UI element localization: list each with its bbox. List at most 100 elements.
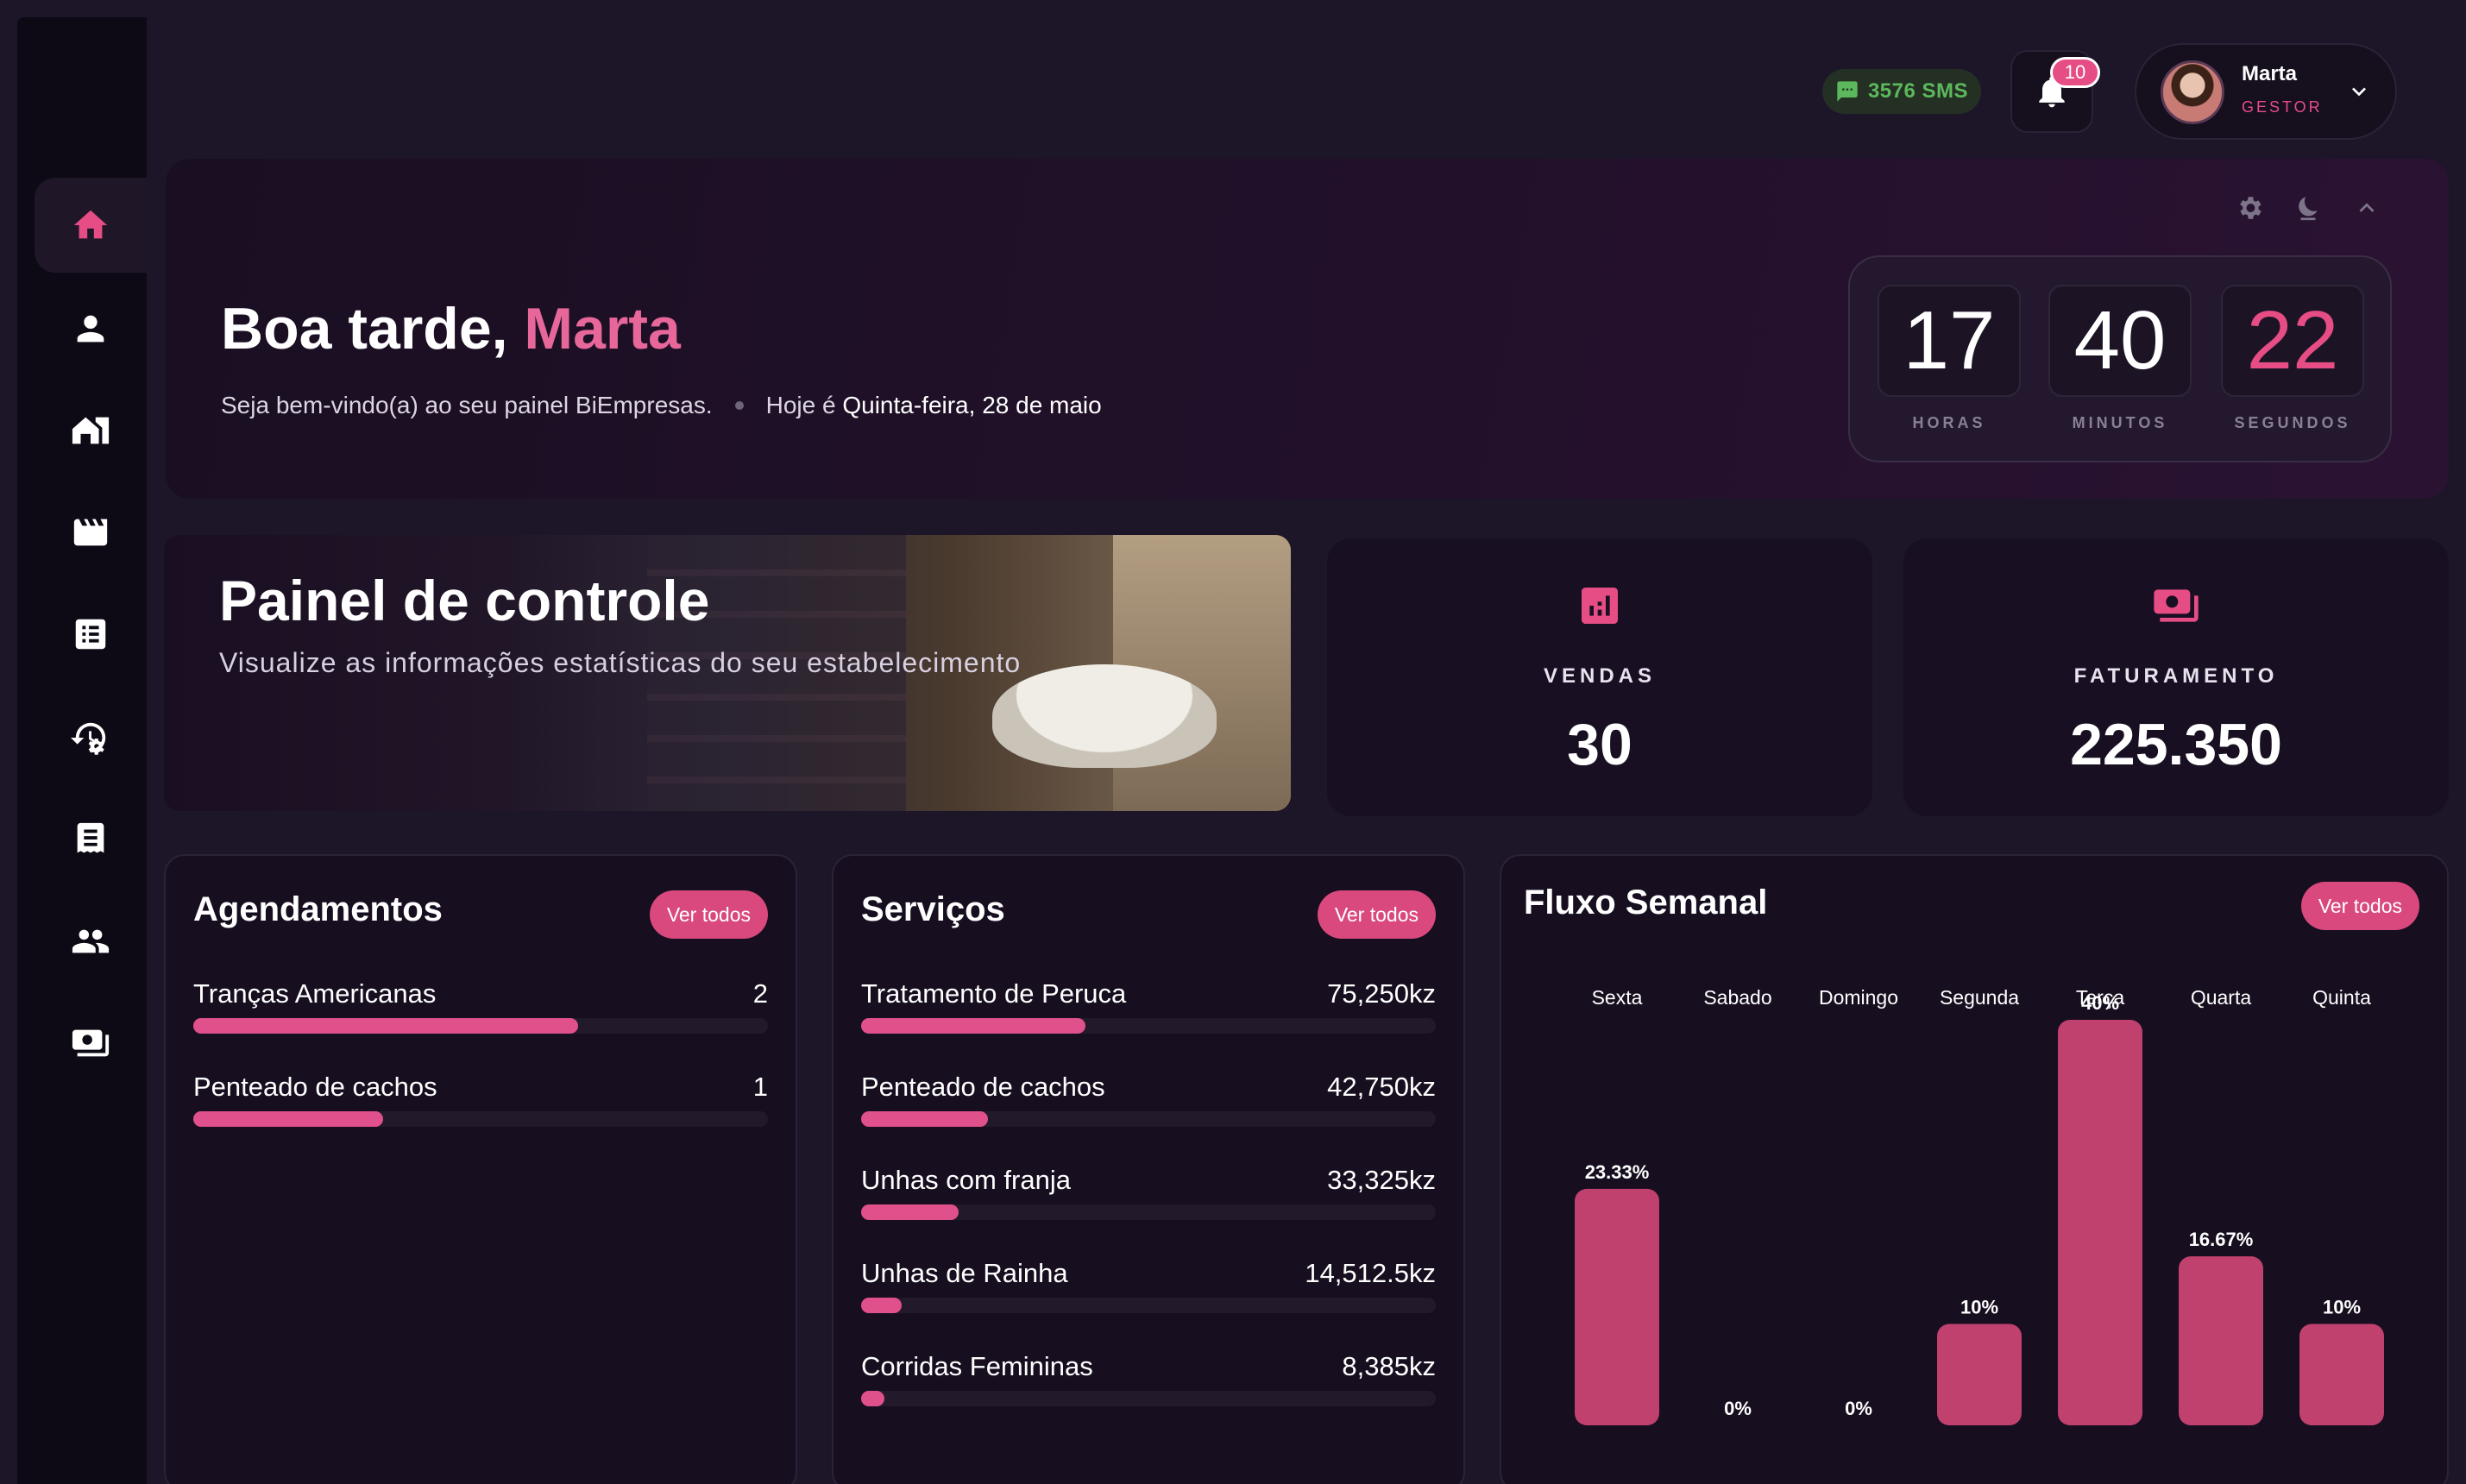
x-tick-label: Domingo	[1819, 986, 1898, 1009]
greeting-subtitle: Seja bem-vindo(a) ao seu painel BiEmpres…	[221, 392, 1102, 419]
moon-icon[interactable]	[2293, 193, 2323, 223]
data-label: 10%	[2323, 1297, 2361, 1318]
chart-bar[interactable]	[2058, 1020, 2142, 1425]
cash-icon	[72, 1029, 110, 1057]
sidebar-item-list[interactable]	[35, 587, 147, 682]
service-value: 75,250kz	[1327, 978, 1436, 1009]
appointments-view-all-button[interactable]: Ver todos	[649, 890, 768, 939]
data-label: 0%	[1845, 1398, 1872, 1419]
service-name: Unhas de Rainha	[861, 1258, 1068, 1288]
progress-fill	[861, 1018, 1085, 1034]
x-tick-label: Sabado	[1703, 986, 1771, 1009]
progress-fill	[861, 1298, 902, 1313]
revenue-value: 225.350	[2070, 712, 2282, 777]
data-label: 0%	[1724, 1398, 1752, 1419]
welcome-text: Seja bem-vindo(a) ao seu painel BiEmpres…	[221, 392, 713, 418]
separator-dot	[734, 401, 744, 410]
chart-bar[interactable]	[2299, 1324, 2384, 1426]
sidebar-item-finance[interactable]	[35, 996, 147, 1091]
service-value: 8,385kz	[1342, 1351, 1436, 1381]
clock-minutes-label: MINUTOS	[2072, 414, 2168, 431]
progress-fill	[861, 1111, 988, 1127]
sidebar-item-clients[interactable]	[35, 281, 147, 376]
bar-chart-icon	[1576, 582, 1624, 634]
service-value: 42,750kz	[1327, 1072, 1436, 1102]
hero-subtitle: Visualize as informações estatísticas do…	[219, 647, 1022, 678]
sidebar-item-home[interactable]	[35, 178, 147, 273]
service-value: 14,512.5kz	[1305, 1258, 1436, 1288]
progress-track	[861, 1391, 1436, 1406]
chevron-down-icon[interactable]	[2345, 78, 2373, 105]
weekly-flow-chart: Sexta23.33%Sabado0%Domingo0%Segunda10%Te…	[1575, 986, 2384, 1426]
clock-widget: 17 HORAS 40 MINUTOS 22 SEGUNDOS	[1848, 255, 2392, 462]
appointments-panel: Agendamentos Ver todos Tranças Americana…	[164, 854, 797, 1484]
chart-bar[interactable]	[1575, 1188, 1659, 1425]
greeting-name: Marta	[524, 296, 681, 362]
clock-hours-label: HORAS	[1912, 414, 1986, 431]
sidebar-item-history[interactable]	[35, 690, 147, 785]
clock-minutes: 40 MINUTOS	[2048, 285, 2192, 432]
x-tick-label: Segunda	[1940, 986, 2019, 1009]
chat-icon	[1837, 81, 1858, 102]
history-settings-icon	[71, 722, 106, 755]
chevron-up-icon[interactable]	[2352, 193, 2381, 223]
clock-seconds-label: SEGUNDOS	[2234, 414, 2351, 431]
services-view-all-button[interactable]: Ver todos	[1317, 890, 1436, 939]
user-name: Marta	[2242, 62, 2298, 85]
sidebar	[17, 17, 147, 1484]
progress-track	[861, 1204, 1436, 1220]
appointment-name: Tranças Americanas	[193, 978, 437, 1009]
avatar	[2161, 60, 2224, 124]
x-tick-label: Quinta	[2312, 986, 2371, 1009]
card-tools	[2235, 193, 2381, 223]
services-panel: Serviços Ver todos Tratamento de Peruca …	[832, 854, 1465, 1484]
hero-banner: Painel de controle Visualize as informaç…	[164, 535, 1291, 811]
progress-fill	[193, 1111, 383, 1127]
today-prefix: Hoje é	[765, 392, 843, 418]
list-icon	[75, 619, 106, 650]
person-icon	[77, 315, 104, 343]
clock-minutes-value: 40	[2048, 285, 2192, 397]
service-name: Penteado de cachos	[861, 1072, 1105, 1102]
weekly-flow-panel: Fluxo Semanal Ver todos Sexta 23.33% Sabad…	[1500, 854, 2449, 1484]
chart-bar[interactable]	[1937, 1324, 2022, 1426]
progress-track	[193, 1111, 768, 1127]
x-tick-label: Sexta	[1592, 986, 1643, 1009]
revenue-card: FATURAMENTO 225.350	[1903, 538, 2449, 816]
clock-seconds: 22 SEGUNDOS	[2221, 285, 2364, 432]
sms-credits-badge[interactable]: 3576 SMS	[1822, 69, 1981, 114]
salon-sink-image	[992, 664, 1217, 768]
data-label: 40%	[2081, 992, 2119, 1014]
progress-track	[193, 1018, 768, 1034]
clapperboard-icon	[73, 519, 108, 546]
clock-seconds-value: 22	[2221, 285, 2364, 397]
service-value: 33,325kz	[1327, 1165, 1436, 1195]
gear-icon[interactable]	[2235, 193, 2264, 223]
data-label: 23.33%	[1585, 1161, 1650, 1183]
progress-track	[861, 1111, 1436, 1127]
x-tick-label: Quarta	[2191, 986, 2252, 1009]
data-label: 10%	[1960, 1297, 1998, 1318]
sidebar-item-services[interactable]	[35, 485, 147, 580]
greeting-title: Boa tarde, Marta	[221, 295, 681, 362]
sidebar-item-team[interactable]	[35, 894, 147, 989]
data-label: 16.67%	[2189, 1229, 2254, 1250]
progress-fill	[861, 1204, 959, 1220]
group-icon	[72, 929, 110, 953]
sms-count-label: 3576 SMS	[1867, 79, 1969, 103]
sales-card: VENDAS 30	[1327, 538, 1872, 816]
today-date: Quinta-feira, 28 de maio	[842, 392, 1102, 418]
sidebar-item-receipts[interactable]	[35, 792, 147, 887]
user-menu[interactable]: Marta GESTOR	[2135, 43, 2397, 140]
user-role: GESTOR	[2242, 98, 2323, 116]
appointments-title: Agendamentos	[193, 890, 443, 928]
clock-hours: 17 HORAS	[1878, 285, 2021, 432]
sidebar-item-store[interactable]	[35, 383, 147, 478]
appointment-count: 2	[752, 978, 768, 1009]
chart-bar[interactable]	[2179, 1256, 2263, 1425]
appointment-name: Penteado de cachos	[193, 1072, 437, 1102]
greeting-prefix: Boa tarde,	[221, 296, 525, 362]
service-name: Tratamento de Peruca	[861, 978, 1127, 1009]
home-icon	[73, 210, 108, 239]
service-name: Unhas com franja	[861, 1165, 1071, 1195]
